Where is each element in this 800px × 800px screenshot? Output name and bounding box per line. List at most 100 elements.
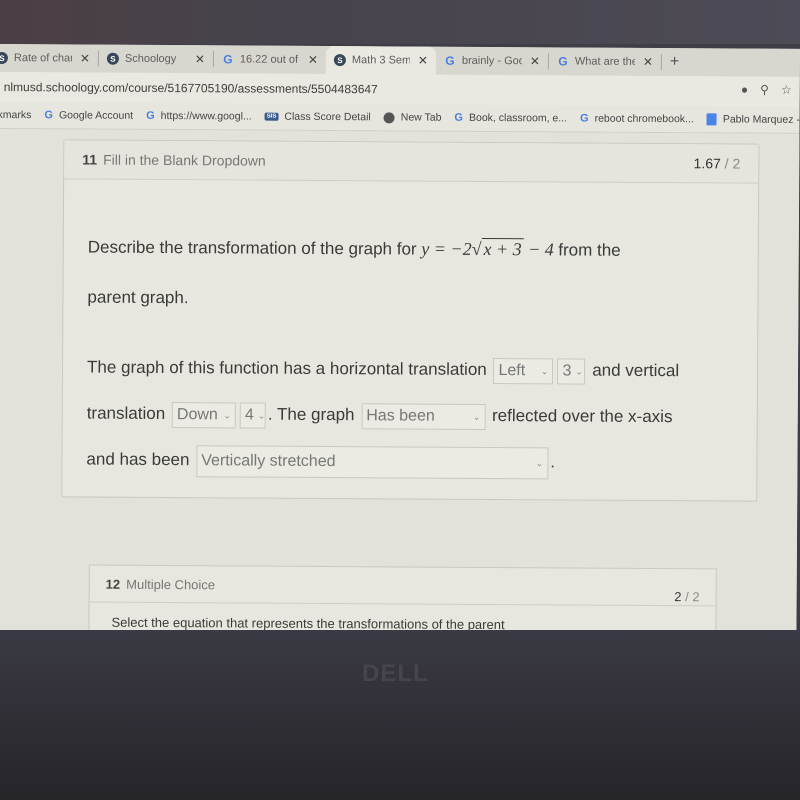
- tab-score[interactable]: G 16.22 out of 2 ✕: [214, 45, 326, 74]
- dropdown-value: Left: [498, 361, 526, 379]
- vertical-direction-dropdown[interactable]: Down ⌄: [171, 401, 236, 428]
- tab-title: Schoology: [124, 52, 177, 66]
- schoology-icon: S: [333, 54, 346, 67]
- dropdown-value: 4: [244, 406, 254, 424]
- chevron-down-icon: ⌄: [575, 366, 583, 377]
- tab-what-are-the[interactable]: G What are the ✕: [549, 47, 661, 76]
- tab-title: Rate of chang: [13, 52, 72, 65]
- tab-schoology[interactable]: S Schoology ✕: [99, 45, 213, 74]
- close-icon[interactable]: ✕: [308, 53, 318, 67]
- monitor-bezel-top: [0, 0, 800, 44]
- bookmark-label: New Tab: [400, 111, 442, 124]
- assessment-page: 11 Fill in the Blank Dropdown 1.67 / 2 D…: [0, 128, 800, 639]
- tab-title: brainly - Googl: [461, 54, 522, 68]
- close-icon[interactable]: ✕: [195, 52, 205, 66]
- schoology-icon: S: [106, 52, 119, 65]
- google-icon: G: [445, 53, 455, 68]
- reflection-dropdown[interactable]: Has been ⌄: [361, 402, 486, 430]
- question-type: Fill in the Blank Dropdown: [103, 151, 266, 169]
- question-body: Describe the transformation of the graph…: [62, 221, 758, 486]
- question-card-12: 12 Multiple Choice 2 / 2 Select the equa…: [88, 564, 717, 639]
- sentence-text: and has been: [86, 449, 190, 470]
- omnibox-row: nlmusd.schoology.com/course/5167705190/a…: [0, 71, 800, 107]
- close-icon[interactable]: ✕: [530, 54, 540, 68]
- sis-icon: SIS: [264, 112, 279, 121]
- question-card-11: 11 Fill in the Blank Dropdown 1.67 / 2 D…: [61, 139, 760, 502]
- tab-brainly[interactable]: G brainly - Googl ✕: [436, 47, 548, 76]
- sentence-text: .: [550, 452, 556, 472]
- sentence-text: translation: [86, 403, 166, 424]
- score-total: / 2: [724, 155, 741, 172]
- question-number: 12: [105, 576, 121, 592]
- tab-separator: [660, 54, 662, 71]
- dropdown-value: 3: [562, 361, 572, 380]
- score-earned: 2: [674, 588, 682, 604]
- horizontal-direction-dropdown[interactable]: Left ⌄: [493, 357, 554, 384]
- question-score: 1.67 / 2: [694, 155, 741, 171]
- bookmark-label: Book, classroom, e...: [468, 111, 568, 125]
- sentence-text: reflected over the x-axis: [491, 406, 673, 427]
- dropdown-value: Down: [176, 405, 218, 423]
- equation: y = −2√ x + 3 − 4: [421, 237, 554, 260]
- question-header: 11 Fill in the Blank Dropdown 1.67 / 2: [64, 140, 759, 184]
- tab-math3[interactable]: S Math 3 Semes ✕: [325, 45, 436, 75]
- bookmark-google-url[interactable]: G https://www.googl...: [146, 110, 252, 123]
- tab-rate-of-change[interactable]: S Rate of chang ✕: [0, 44, 98, 73]
- close-icon[interactable]: ✕: [418, 54, 428, 68]
- google-icon: G: [580, 112, 589, 125]
- google-icon: G: [223, 52, 233, 67]
- bookmark-label: Google Account: [58, 109, 134, 122]
- prompt-text: from the: [558, 240, 621, 260]
- horizontal-amount-dropdown[interactable]: 3 ⌄: [557, 357, 586, 385]
- google-icon: G: [44, 109, 54, 122]
- equation-radicand: x + 3: [481, 237, 524, 260]
- chevron-down-icon: ⌄: [540, 365, 549, 376]
- equation-rhs: − 4: [523, 239, 554, 260]
- dell-logo: DELL: [362, 660, 429, 687]
- dropdown-value: Vertically stretched: [201, 451, 336, 470]
- globe-icon: [383, 111, 395, 123]
- close-icon[interactable]: ✕: [80, 51, 90, 65]
- question-prompt: Describe the transformation of the graph…: [87, 222, 734, 327]
- bookmark-label: kmarks: [0, 108, 32, 122]
- chevron-down-icon: ⌄: [535, 457, 544, 468]
- question-number: 11: [82, 151, 98, 168]
- monitor-bezel-bottom: DELL: [0, 630, 800, 800]
- bookmark-label: reboot chromebook...: [594, 112, 694, 126]
- question-header: 12 Multiple Choice 2 / 2: [89, 565, 716, 607]
- sentence-text: . The graph: [267, 404, 355, 425]
- zoom-icon[interactable]: ⚲: [760, 83, 769, 97]
- tab-title: What are the: [574, 55, 635, 68]
- chevron-down-icon: ⌄: [472, 411, 481, 422]
- schoology-icon: S: [0, 51, 8, 65]
- browser-window: S Rate of chang ✕ S Schoology ✕ G 16.22 …: [0, 44, 800, 639]
- chevron-down-icon: ⌄: [257, 410, 266, 421]
- bookmark-class-score[interactable]: SIS Class Score Detail: [264, 110, 371, 124]
- dropdown-value: Has been: [366, 406, 435, 425]
- prompt-text: parent graph.: [87, 287, 189, 308]
- docs-icon: [706, 113, 717, 126]
- question-type: Multiple Choice: [126, 576, 216, 592]
- bookmark-all-bookmarks[interactable]: kmarks: [0, 109, 31, 121]
- address-bar[interactable]: nlmusd.schoology.com/course/5167705190/a…: [4, 80, 378, 96]
- bookmark-label: Pablo Marquez - Ac...: [722, 113, 800, 126]
- bookmark-reboot[interactable]: G reboot chromebook...: [580, 113, 694, 126]
- stretch-dropdown[interactable]: Vertically stretched ⌄: [196, 444, 549, 479]
- tab-title: Math 3 Semes: [351, 54, 410, 67]
- bookmark-pablo-marquez[interactable]: Pablo Marquez - Ac...: [706, 113, 800, 126]
- bookmark-label: Class Score Detail: [284, 110, 371, 124]
- new-tab-button[interactable]: +: [670, 53, 679, 71]
- star-icon[interactable]: ☆: [781, 83, 792, 97]
- vertical-amount-dropdown[interactable]: 4 ⌄: [239, 401, 266, 429]
- bookmark-new-tab[interactable]: New Tab: [383, 111, 442, 124]
- google-icon: G: [146, 109, 155, 122]
- bookmark-google-account[interactable]: G Google Account: [44, 109, 133, 122]
- google-icon: G: [558, 54, 568, 69]
- prompt-text: Describe the transformation of the graph…: [87, 237, 417, 259]
- close-icon[interactable]: ✕: [643, 55, 653, 69]
- bookmark-book-classroom[interactable]: G Book, classroom, e...: [454, 112, 567, 125]
- score-earned: 1.67: [693, 155, 721, 172]
- location-icon[interactable]: ●: [741, 83, 748, 97]
- question-score: 2 / 2: [674, 589, 699, 604]
- sentence-text: and vertical: [592, 360, 680, 381]
